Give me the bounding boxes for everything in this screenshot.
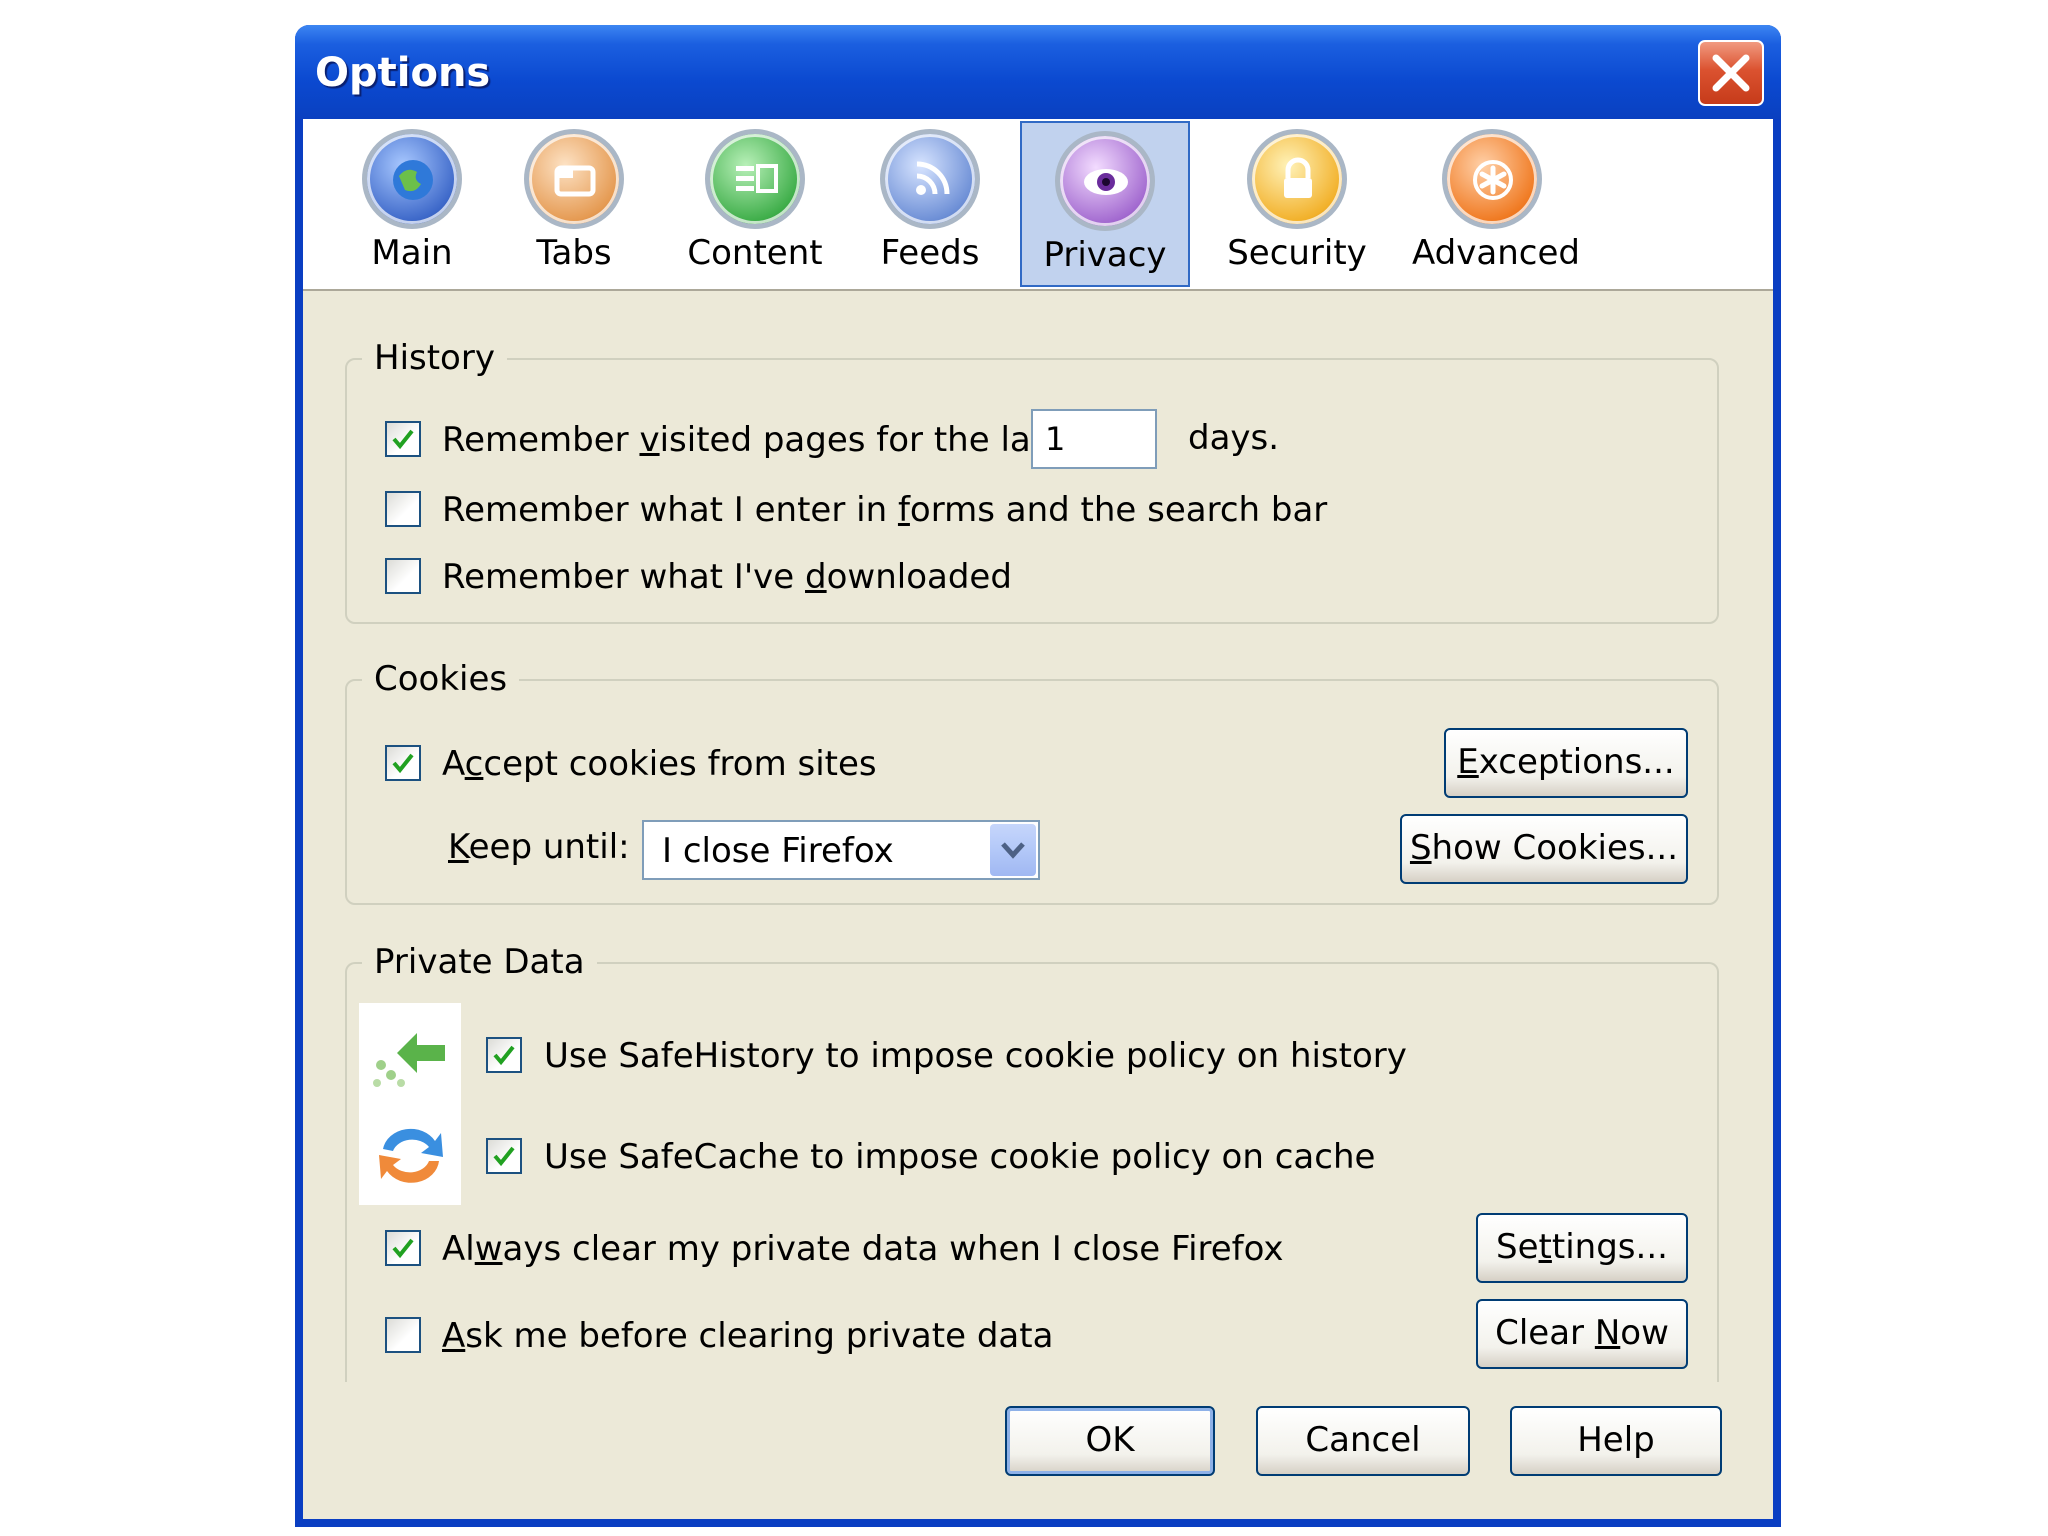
- always-clear-label[interactable]: Always clear my private data when I clos…: [442, 1229, 1284, 1269]
- remember-forms-checkbox[interactable]: [385, 491, 421, 527]
- accept-cookies-label[interactable]: Accept cookies from sites: [442, 744, 877, 784]
- help-button[interactable]: Help: [1510, 1406, 1722, 1476]
- safecache-icon: [379, 1128, 443, 1183]
- tab-main[interactable]: Main: [350, 121, 474, 287]
- accel-key: S: [1409, 828, 1432, 868]
- clear-now-button[interactable]: Clear Now: [1476, 1299, 1688, 1369]
- safecache-label[interactable]: Use SafeCache to impose cookie policy on…: [544, 1137, 1375, 1177]
- tab-privacy[interactable]: Privacy: [1020, 121, 1190, 287]
- remember-downloads-label[interactable]: Remember what I've downloaded: [442, 557, 1012, 597]
- checkmark-icon: [392, 753, 414, 774]
- tab-tabs-label: Tabs: [536, 233, 612, 273]
- label-part: isited pages for the last: [659, 420, 1062, 460]
- safecache-checkbox[interactable]: [486, 1138, 522, 1174]
- tabs-icon: [524, 129, 624, 229]
- button-label: Clear: [1495, 1313, 1595, 1353]
- accel-key: N: [1594, 1313, 1621, 1353]
- cancel-button[interactable]: Cancel: [1256, 1406, 1470, 1476]
- tab-advanced-label: Advanced: [1412, 233, 1580, 273]
- accel-key: f: [897, 490, 910, 530]
- content-icon: [705, 129, 805, 229]
- checkmark-icon: [392, 1238, 414, 1259]
- window-title: Options: [315, 50, 491, 96]
- remember-visited-checkbox[interactable]: [385, 421, 421, 457]
- label-part: Remember what I've: [442, 557, 806, 597]
- tab-security-label: Security: [1227, 233, 1367, 273]
- safehistory-icon: [373, 1033, 445, 1087]
- close-button[interactable]: [1698, 40, 1764, 106]
- label-part: ays clear my private data when I close F…: [502, 1229, 1284, 1269]
- dropdown-button[interactable]: [990, 824, 1036, 876]
- private-data-legend: Private Data: [362, 942, 597, 982]
- security-lock-icon: [1247, 129, 1347, 229]
- keep-until-label: Keep until:: [448, 827, 630, 867]
- checkmark-icon: [493, 1045, 515, 1066]
- accel-key: w: [474, 1229, 503, 1269]
- tab-privacy-label: Privacy: [1043, 235, 1167, 275]
- tab-content-label: Content: [687, 233, 823, 273]
- accel-key: t: [1538, 1227, 1552, 1267]
- label-part: A: [442, 744, 465, 784]
- feeds-icon: [880, 129, 980, 229]
- safehistory-label[interactable]: Use SafeHistory to impose cookie policy …: [544, 1036, 1407, 1076]
- accel-key: E: [1457, 742, 1479, 782]
- label-part: sk me before clearing private data: [465, 1316, 1054, 1356]
- extension-icons-box: [359, 1003, 461, 1205]
- tab-content[interactable]: Content: [686, 121, 824, 287]
- label-part: Remember: [442, 420, 640, 460]
- tab-advanced[interactable]: Advanced: [1412, 121, 1580, 287]
- button-label: how Cookies...: [1431, 828, 1679, 868]
- button-label: tings...: [1551, 1227, 1668, 1267]
- button-label: Se: [1496, 1227, 1539, 1267]
- checkmark-icon: [392, 429, 414, 450]
- label-part: Al: [442, 1229, 475, 1269]
- label-part: cept cookies from sites: [483, 744, 877, 784]
- checkmark-icon: [493, 1146, 515, 1167]
- label-part: orms and the search bar: [909, 490, 1328, 530]
- days-suffix: days.: [1188, 418, 1280, 458]
- label-part: Remember what I enter in: [442, 490, 898, 530]
- ok-button[interactable]: OK: [1005, 1406, 1215, 1476]
- show-cookies-button[interactable]: Show Cookies...: [1400, 814, 1688, 884]
- history-legend: History: [362, 338, 507, 378]
- days-input[interactable]: [1031, 409, 1157, 469]
- ask-before-label[interactable]: Ask me before clearing private data: [442, 1316, 1053, 1356]
- remember-visited-label[interactable]: Remember visited pages for the last: [442, 420, 1062, 460]
- accel-key: A: [442, 1316, 466, 1356]
- title-bar[interactable]: [295, 25, 1781, 119]
- ask-before-checkbox[interactable]: [385, 1317, 421, 1353]
- tab-security[interactable]: Security: [1222, 121, 1372, 287]
- main-globe-icon: [362, 129, 462, 229]
- safehistory-checkbox[interactable]: [486, 1037, 522, 1073]
- remember-downloads-checkbox[interactable]: [385, 558, 421, 594]
- accel-key: K: [448, 827, 469, 867]
- privacy-eye-icon: [1055, 131, 1155, 231]
- tab-main-label: Main: [371, 233, 453, 273]
- label-part: eep until:: [468, 827, 630, 867]
- remember-forms-label[interactable]: Remember what I enter in forms and the s…: [442, 490, 1327, 530]
- tab-tabs[interactable]: Tabs: [512, 121, 636, 287]
- button-label: xceptions...: [1478, 742, 1675, 782]
- advanced-gear-icon: [1442, 129, 1542, 229]
- chevron-down-icon: [1001, 842, 1025, 859]
- accel-key: d: [805, 557, 827, 597]
- tab-feeds[interactable]: Feeds: [868, 121, 992, 287]
- always-clear-checkbox[interactable]: [385, 1230, 421, 1266]
- keep-until-value: I close Firefox: [662, 831, 894, 871]
- cookies-legend: Cookies: [362, 659, 520, 699]
- settings-button[interactable]: Settings...: [1476, 1213, 1688, 1283]
- label-part: ownloaded: [826, 557, 1012, 597]
- accel-key: c: [464, 744, 484, 784]
- button-label: ow: [1620, 1313, 1669, 1353]
- keep-until-select[interactable]: I close Firefox: [642, 820, 1040, 880]
- tab-feeds-label: Feeds: [880, 233, 980, 273]
- accel-key: v: [639, 420, 660, 460]
- exceptions-button[interactable]: Exceptions...: [1444, 728, 1688, 798]
- close-icon: [1712, 54, 1750, 92]
- accept-cookies-checkbox[interactable]: [385, 745, 421, 781]
